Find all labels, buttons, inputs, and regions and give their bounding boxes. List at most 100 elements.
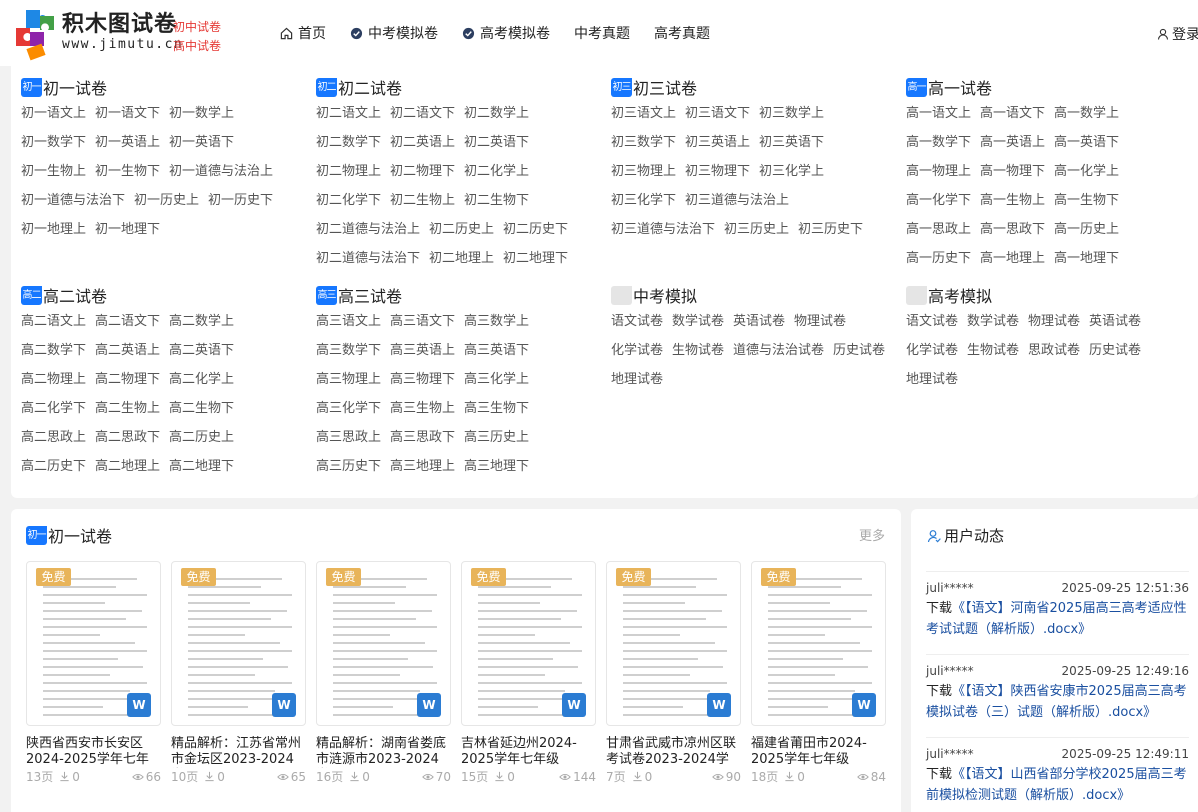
category-link[interactable]: 初三语文上 <box>611 99 676 128</box>
category-link[interactable]: 高一化学上 <box>1054 157 1119 186</box>
category-link[interactable]: 语文试卷 <box>611 307 663 336</box>
category-link[interactable]: 高三生物下 <box>464 394 529 423</box>
nav-gaokao-mock[interactable]: 高考模拟卷 <box>462 22 550 44</box>
paper-title[interactable]: 吉林省延边州2024-2025学年七年级 <box>461 736 596 768</box>
category-link[interactable]: 高一生物下 <box>1054 186 1119 215</box>
category-link[interactable]: 高三思政上 <box>316 423 381 452</box>
category-link[interactable]: 高一语文下 <box>980 99 1045 128</box>
category-link[interactable]: 物理试卷 <box>1028 307 1080 336</box>
category-link[interactable]: 高一英语上 <box>980 128 1045 157</box>
category-link[interactable]: 初二物理上 <box>316 157 381 186</box>
category-link[interactable]: 生物试卷 <box>672 336 724 365</box>
category-title[interactable]: 高三 高三试卷 <box>316 284 606 306</box>
category-link[interactable]: 初二语文下 <box>390 99 455 128</box>
category-link[interactable]: 初三语文下 <box>685 99 750 128</box>
category-link[interactable]: 高三物理上 <box>316 365 381 394</box>
category-link[interactable]: 初三物理上 <box>611 157 676 186</box>
category-link[interactable]: 初二英语下 <box>464 128 529 157</box>
nav-home[interactable]: 首页 <box>280 22 326 44</box>
paper-thumbnail[interactable]: 免费 W <box>171 561 306 726</box>
category-title[interactable]: 初三 初三试卷 <box>611 76 901 98</box>
category-link[interactable]: 初二化学上 <box>464 157 529 186</box>
paper-card[interactable]: 免费 W 陕西省西安市长安区2024-2025学年七年级 13页 0 66 <box>26 561 161 785</box>
category-link[interactable]: 初三数学下 <box>611 128 676 157</box>
paper-thumbnail[interactable]: 免费 W <box>26 561 161 726</box>
category-link[interactable]: 初二道德与法治下 <box>316 244 420 273</box>
category-link[interactable]: 初一道德与法治下 <box>21 186 125 215</box>
category-link[interactable]: 初一地理上 <box>21 215 86 244</box>
category-link[interactable]: 高一地理下 <box>1054 244 1119 273</box>
category-link[interactable]: 初二地理上 <box>429 244 494 273</box>
category-link[interactable]: 初三英语下 <box>759 128 824 157</box>
category-link[interactable]: 高三数学下 <box>316 336 381 365</box>
category-link[interactable]: 道德与法治试卷 <box>733 336 824 365</box>
category-link[interactable]: 高三历史下 <box>316 452 381 481</box>
paper-thumbnail[interactable]: 免费 W <box>316 561 451 726</box>
category-link[interactable]: 地理试卷 <box>611 365 663 394</box>
category-link[interactable]: 初二历史下 <box>503 215 568 244</box>
category-link[interactable]: 初三道德与法治下 <box>611 215 715 244</box>
category-title[interactable]: 高二 高二试卷 <box>21 284 311 306</box>
login-button[interactable]: 登录 <box>1157 24 1198 44</box>
category-link[interactable]: 高三英语下 <box>464 336 529 365</box>
paper-thumbnail[interactable]: 免费 W <box>751 561 886 726</box>
category-link[interactable]: 高一化学下 <box>906 186 971 215</box>
category-link[interactable]: 高一生物上 <box>980 186 1045 215</box>
category-link[interactable]: 高二物理下 <box>95 365 160 394</box>
nav-zhongkao-mock[interactable]: 中考模拟卷 <box>350 22 438 44</box>
site-logo[interactable]: 积木图试卷 www.jimutu.cn 初中试卷 高中试卷 <box>14 4 234 62</box>
activity-download-link[interactable]: 下载《【语文】陕西省安康市2025届高三高考模拟试卷（三）试题（解析版）.doc… <box>926 681 1189 723</box>
activity-download-link[interactable]: 下载《【语文】河南省2025届高三高考适应性考试试题（解析版）.docx》 <box>926 598 1189 640</box>
category-link[interactable]: 高二化学下 <box>21 394 86 423</box>
category-link[interactable]: 初一语文上 <box>21 99 86 128</box>
category-link[interactable]: 语文试卷 <box>906 307 958 336</box>
category-link[interactable]: 高二物理上 <box>21 365 86 394</box>
category-link[interactable]: 初一历史下 <box>208 186 273 215</box>
category-link[interactable]: 初二英语上 <box>390 128 455 157</box>
paper-card[interactable]: 免费 W 精品解析：湖南省娄底市涟源市2023-2024学 16页 0 70 <box>316 561 451 785</box>
category-title[interactable]: 初一 初一试卷 <box>21 76 311 98</box>
category-link[interactable]: 高二语文下 <box>95 307 160 336</box>
category-link[interactable]: 高三历史上 <box>464 423 529 452</box>
paper-title[interactable]: 精品解析：江苏省常州市金坛区2023-2024学 <box>171 736 306 768</box>
category-title[interactable]: 高考模拟 <box>906 284 1196 306</box>
category-link[interactable]: 英语试卷 <box>733 307 785 336</box>
category-link[interactable]: 初三物理下 <box>685 157 750 186</box>
category-link[interactable]: 初二历史上 <box>429 215 494 244</box>
category-link[interactable]: 高三物理下 <box>390 365 455 394</box>
category-link[interactable]: 化学试卷 <box>611 336 663 365</box>
category-link[interactable]: 初二生物下 <box>464 186 529 215</box>
category-link[interactable]: 初二数学下 <box>316 128 381 157</box>
category-link[interactable]: 历史试卷 <box>833 336 885 365</box>
category-link[interactable]: 高一数学下 <box>906 128 971 157</box>
category-link[interactable]: 初一数学上 <box>169 99 234 128</box>
category-link[interactable]: 高三地理下 <box>464 452 529 481</box>
category-link[interactable]: 高二地理上 <box>95 452 160 481</box>
category-link[interactable]: 高二数学上 <box>169 307 234 336</box>
category-link[interactable]: 高一英语下 <box>1054 128 1119 157</box>
category-link[interactable]: 初三化学下 <box>611 186 676 215</box>
category-link[interactable]: 初三历史上 <box>724 215 789 244</box>
category-link[interactable]: 高二数学下 <box>21 336 86 365</box>
category-link[interactable]: 高二生物上 <box>95 394 160 423</box>
category-link[interactable]: 化学试卷 <box>906 336 958 365</box>
category-link[interactable]: 物理试卷 <box>794 307 846 336</box>
category-link[interactable]: 高一语文上 <box>906 99 971 128</box>
category-link[interactable]: 初一生物上 <box>21 157 86 186</box>
category-link[interactable]: 数学试卷 <box>967 307 1019 336</box>
category-link[interactable]: 初二数学上 <box>464 99 529 128</box>
category-link[interactable]: 地理试卷 <box>906 365 958 394</box>
nav-zhongkao-real[interactable]: 中考真题 <box>574 22 630 44</box>
paper-thumbnail[interactable]: 免费 W <box>461 561 596 726</box>
category-link[interactable]: 初一生物下 <box>95 157 160 186</box>
category-link[interactable]: 高二英语下 <box>169 336 234 365</box>
category-link[interactable]: 初一英语上 <box>95 128 160 157</box>
category-link[interactable]: 高一物理上 <box>906 157 971 186</box>
paper-title[interactable]: 甘肃省武威市凉州区联考试卷2023-2024学年 <box>606 736 741 768</box>
category-link[interactable]: 初一数学下 <box>21 128 86 157</box>
category-link[interactable]: 高二语文上 <box>21 307 86 336</box>
category-link[interactable]: 初一语文下 <box>95 99 160 128</box>
category-title[interactable]: 中考模拟 <box>611 284 901 306</box>
category-link[interactable]: 英语试卷 <box>1089 307 1141 336</box>
category-link[interactable]: 高二化学上 <box>169 365 234 394</box>
